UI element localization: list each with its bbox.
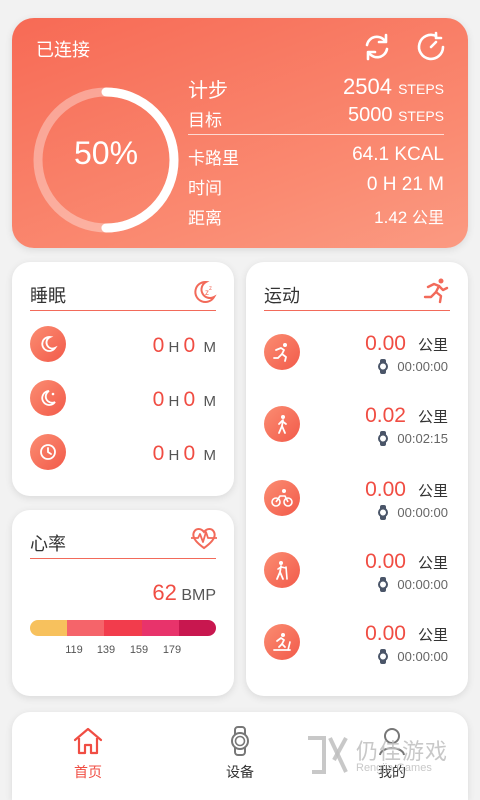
watch-icon bbox=[378, 359, 389, 374]
walk-icon bbox=[264, 406, 300, 442]
sleep-title-rule bbox=[30, 310, 216, 311]
zone-tick: 119 bbox=[65, 644, 83, 656]
watch-icon bbox=[378, 649, 389, 664]
sport-distance: 0.00 公里 bbox=[365, 622, 448, 645]
nav-me-tab[interactable]: 我的 bbox=[352, 726, 432, 782]
sync-icon[interactable] bbox=[360, 30, 394, 64]
zone-3 bbox=[104, 620, 142, 636]
sport-card[interactable]: 运动 0.00 公里 00:00:00 0.02 公里 00:02:15 0.00 公… bbox=[246, 262, 468, 696]
sport-duration: 00:02:15 bbox=[377, 431, 448, 446]
time-label: 时间 bbox=[188, 179, 222, 198]
zone-5 bbox=[178, 620, 216, 636]
heart-rate-title: 心率 bbox=[30, 534, 66, 554]
sport-distance: 0.00 公里 bbox=[365, 550, 448, 573]
bike-icon bbox=[264, 480, 300, 516]
sport-duration: 00:00:00 bbox=[377, 649, 448, 664]
run-icon bbox=[264, 334, 300, 370]
sport-distance: 0.00 公里 bbox=[365, 478, 448, 501]
sport-duration: 00:00:00 bbox=[377, 505, 448, 520]
moon-star-icon bbox=[30, 380, 66, 416]
hike-icon bbox=[264, 552, 300, 588]
nav-home-label: 首页 bbox=[74, 764, 102, 780]
refresh-icon[interactable] bbox=[414, 30, 448, 64]
sport-duration: 00:00:00 bbox=[377, 577, 448, 592]
sport-title-rule bbox=[264, 310, 450, 311]
nav-device-label: 设备 bbox=[226, 764, 254, 780]
home-icon bbox=[73, 727, 103, 755]
watch-icon bbox=[378, 577, 389, 592]
sport-title: 运动 bbox=[264, 286, 300, 306]
activity-summary-card: 已连接 50% 计步 2504 STEPS 目标 5000 STEPS 卡路里 … bbox=[12, 18, 468, 248]
progress-percent: 50% bbox=[73, 135, 139, 171]
watch-device-icon bbox=[231, 726, 249, 756]
zone-2 bbox=[67, 620, 105, 636]
watch-icon bbox=[378, 505, 389, 520]
sport-distance: 0.02 公里 bbox=[365, 404, 448, 427]
sport-distance: 0.00 公里 bbox=[365, 332, 448, 355]
steps-label: 计步 bbox=[188, 80, 228, 102]
svg-text:z: z bbox=[209, 286, 212, 292]
light-sleep-value: 0 H 0 M bbox=[152, 388, 216, 411]
moon-zzz-icon: z z bbox=[194, 280, 217, 303]
distance-value: 1.42 公里 bbox=[374, 208, 444, 227]
distance-label: 距离 bbox=[188, 209, 222, 228]
heart-rate-card[interactable]: 心率 62 BMP 119 139 159 179 bbox=[12, 510, 234, 696]
connection-status: 已连接 bbox=[36, 40, 90, 60]
nav-home-tab[interactable]: 首页 bbox=[48, 726, 128, 782]
zone-1 bbox=[30, 620, 68, 636]
zone-tick: 179 bbox=[162, 644, 182, 656]
heart-rate-value: 62 BMP bbox=[152, 580, 216, 605]
running-man-icon bbox=[423, 278, 449, 304]
moon-icon bbox=[30, 326, 66, 362]
goal-value: 5000 STEPS bbox=[348, 104, 444, 126]
sport-duration: 00:00:00 bbox=[377, 359, 448, 374]
calories-value: 64.1 KCAL bbox=[352, 144, 444, 165]
zone-tick: 159 bbox=[129, 644, 149, 656]
bottom-navigation: 首页 设备 我的 bbox=[12, 712, 468, 800]
user-icon bbox=[379, 728, 405, 756]
time-value: 0 H 21 M bbox=[366, 174, 444, 195]
heart-pulse-icon bbox=[191, 528, 217, 550]
zone-4 bbox=[141, 620, 179, 636]
goal-label: 目标 bbox=[188, 111, 222, 130]
stats-divider bbox=[188, 134, 444, 135]
nav-me-label: 我的 bbox=[378, 764, 406, 780]
calories-label: 卡路里 bbox=[188, 149, 239, 168]
steps-value: 2504 STEPS bbox=[343, 74, 444, 99]
deep-sleep-value: 0 H 0 M bbox=[152, 334, 216, 357]
heart-title-rule bbox=[30, 558, 216, 559]
clock-icon bbox=[30, 434, 66, 470]
watch-icon bbox=[378, 431, 389, 446]
sleep-title: 睡眠 bbox=[30, 286, 66, 306]
heart-rate-zone-bar bbox=[30, 620, 216, 636]
nav-device-tab[interactable]: 设备 bbox=[200, 726, 280, 782]
treadmill-icon bbox=[264, 624, 300, 660]
total-sleep-value: 0 H 0 M bbox=[152, 442, 216, 465]
sleep-card[interactable]: 睡眠 z z 0 H 0 M 0 H 0 M 0 H 0 M bbox=[12, 262, 234, 496]
zone-tick: 139 bbox=[96, 644, 116, 656]
